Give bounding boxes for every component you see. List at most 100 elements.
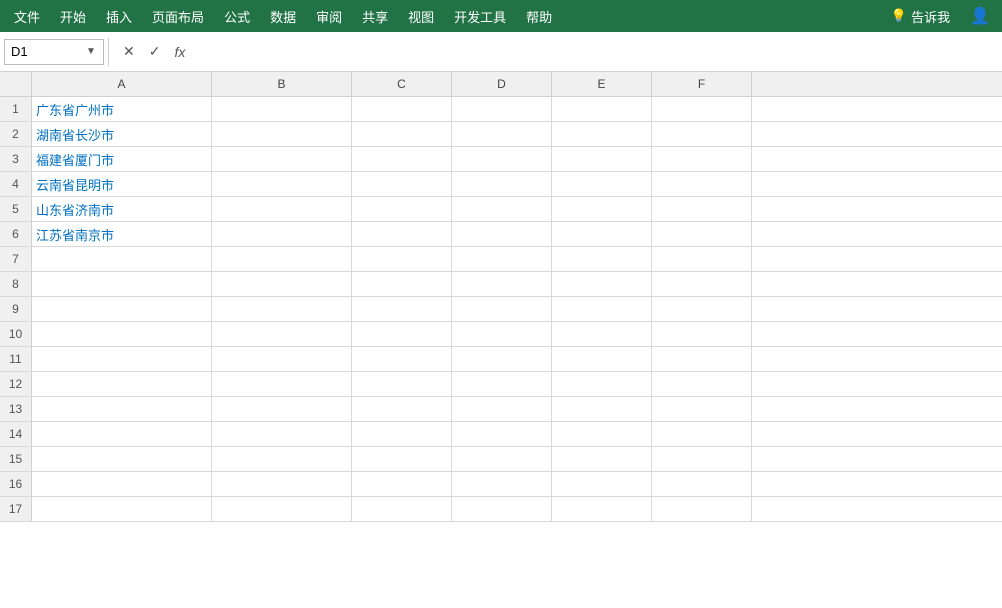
- cell-D8[interactable]: [452, 272, 552, 296]
- cell-A11[interactable]: [32, 347, 212, 371]
- cell-E2[interactable]: [552, 122, 652, 146]
- cell-B9[interactable]: [212, 297, 352, 321]
- cell-D12[interactable]: [452, 372, 552, 396]
- cell-C8[interactable]: [352, 272, 452, 296]
- menu-home[interactable]: 开始: [50, 3, 96, 30]
- cell-D11[interactable]: [452, 347, 552, 371]
- cell-D1[interactable]: [452, 97, 552, 121]
- cell-A12[interactable]: [32, 372, 212, 396]
- cell-E8[interactable]: [552, 272, 652, 296]
- tell-me-button[interactable]: 💡 告诉我: [883, 3, 958, 30]
- col-header-b[interactable]: B: [212, 72, 352, 96]
- cell-B1[interactable]: [212, 97, 352, 121]
- formula-input[interactable]: [195, 39, 998, 65]
- cell-C14[interactable]: [352, 422, 452, 446]
- cell-A8[interactable]: [32, 272, 212, 296]
- name-box-dropdown-icon[interactable]: ▼: [86, 46, 96, 57]
- cell-B17[interactable]: [212, 497, 352, 521]
- col-header-d[interactable]: D: [452, 72, 552, 96]
- cell-C1[interactable]: [352, 97, 452, 121]
- cell-E4[interactable]: [552, 172, 652, 196]
- cell-F9[interactable]: [652, 297, 752, 321]
- menu-data[interactable]: 数据: [260, 3, 306, 30]
- menu-developer[interactable]: 开发工具: [444, 3, 516, 30]
- cell-D2[interactable]: [452, 122, 552, 146]
- cell-E16[interactable]: [552, 472, 652, 496]
- cell-B16[interactable]: [212, 472, 352, 496]
- cell-A2[interactable]: 湖南省长沙市: [32, 122, 212, 146]
- cell-E12[interactable]: [552, 372, 652, 396]
- cell-A10[interactable]: [32, 322, 212, 346]
- formula-cancel-icon[interactable]: ✕: [119, 41, 139, 62]
- cell-C13[interactable]: [352, 397, 452, 421]
- cell-C12[interactable]: [352, 372, 452, 396]
- cell-C3[interactable]: [352, 147, 452, 171]
- cell-D7[interactable]: [452, 247, 552, 271]
- cell-F11[interactable]: [652, 347, 752, 371]
- cell-A5[interactable]: 山东省济南市: [32, 197, 212, 221]
- cell-F8[interactable]: [652, 272, 752, 296]
- cell-B12[interactable]: [212, 372, 352, 396]
- cell-F7[interactable]: [652, 247, 752, 271]
- cell-B4[interactable]: [212, 172, 352, 196]
- col-header-c[interactable]: C: [352, 72, 452, 96]
- cell-E6[interactable]: [552, 222, 652, 246]
- col-header-e[interactable]: E: [552, 72, 652, 96]
- cell-C7[interactable]: [352, 247, 452, 271]
- menu-view[interactable]: 视图: [398, 3, 444, 30]
- cell-F12[interactable]: [652, 372, 752, 396]
- cell-B11[interactable]: [212, 347, 352, 371]
- cell-D3[interactable]: [452, 147, 552, 171]
- cell-A15[interactable]: [32, 447, 212, 471]
- cell-C9[interactable]: [352, 297, 452, 321]
- cell-C16[interactable]: [352, 472, 452, 496]
- cell-D17[interactable]: [452, 497, 552, 521]
- cell-B14[interactable]: [212, 422, 352, 446]
- cell-B3[interactable]: [212, 147, 352, 171]
- cell-C4[interactable]: [352, 172, 452, 196]
- cell-E17[interactable]: [552, 497, 652, 521]
- cell-D14[interactable]: [452, 422, 552, 446]
- cell-A3[interactable]: 福建省厦门市: [32, 147, 212, 171]
- cell-D6[interactable]: [452, 222, 552, 246]
- cell-F17[interactable]: [652, 497, 752, 521]
- cell-C15[interactable]: [352, 447, 452, 471]
- cell-F3[interactable]: [652, 147, 752, 171]
- menu-help[interactable]: 帮助: [516, 3, 562, 30]
- cell-B15[interactable]: [212, 447, 352, 471]
- cell-E13[interactable]: [552, 397, 652, 421]
- cell-B7[interactable]: [212, 247, 352, 271]
- cell-B6[interactable]: [212, 222, 352, 246]
- cell-D13[interactable]: [452, 397, 552, 421]
- name-box[interactable]: ▼: [4, 39, 104, 65]
- cell-B10[interactable]: [212, 322, 352, 346]
- cell-F2[interactable]: [652, 122, 752, 146]
- cell-F10[interactable]: [652, 322, 752, 346]
- cell-E1[interactable]: [552, 97, 652, 121]
- formula-fx-icon[interactable]: fx: [170, 42, 189, 62]
- cell-A17[interactable]: [32, 497, 212, 521]
- cell-C17[interactable]: [352, 497, 452, 521]
- menu-file[interactable]: 文件: [4, 3, 50, 30]
- cell-B8[interactable]: [212, 272, 352, 296]
- cell-C5[interactable]: [352, 197, 452, 221]
- name-box-input[interactable]: [11, 44, 86, 59]
- cell-A16[interactable]: [32, 472, 212, 496]
- col-header-a[interactable]: A: [32, 72, 212, 96]
- cell-E3[interactable]: [552, 147, 652, 171]
- menu-share[interactable]: 共享: [352, 3, 398, 30]
- cell-D5[interactable]: [452, 197, 552, 221]
- cell-E14[interactable]: [552, 422, 652, 446]
- cell-F6[interactable]: [652, 222, 752, 246]
- cell-D15[interactable]: [452, 447, 552, 471]
- cell-A6[interactable]: 江苏省南京市: [32, 222, 212, 246]
- cell-F1[interactable]: [652, 97, 752, 121]
- cell-C6[interactable]: [352, 222, 452, 246]
- cell-A9[interactable]: [32, 297, 212, 321]
- cell-E10[interactable]: [552, 322, 652, 346]
- menu-formula[interactable]: 公式: [214, 3, 260, 30]
- cell-F14[interactable]: [652, 422, 752, 446]
- cell-A4[interactable]: 云南省昆明市: [32, 172, 212, 196]
- col-header-f[interactable]: F: [652, 72, 752, 96]
- cell-D16[interactable]: [452, 472, 552, 496]
